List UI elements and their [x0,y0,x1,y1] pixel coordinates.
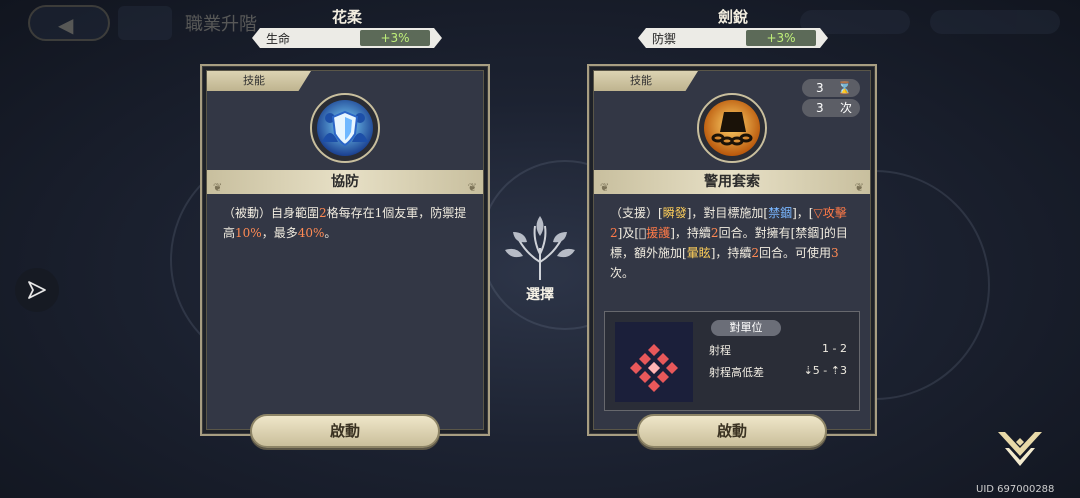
send-button[interactable] [15,268,59,312]
skill-tab: 技能 [207,71,311,91]
shield-allies-icon [317,100,373,156]
skill-icon-frame [697,93,767,163]
right-skill-card[interactable]: 技能 3 ⌛ 3 次 ❦ 警用套索 ❦ （支援）[瞬發]，對目標施加[禁錮]，[… [587,64,877,448]
left-unit-header: 花柔 生命 +3% [252,6,442,48]
skill-description: （被動）自身範圍2格每存在1個友軍，防禦提高10%，最多40%。 [223,206,467,240]
range-panel: 對單位 射程 1 - 2 射程高低差 ⇣5 - ⇡3 [604,311,860,411]
skill-description: （支援）[瞬發]，對目標施加[禁錮]，[▽攻擊2]及[⃠援護]，持續2回合。對擁… [610,206,848,280]
skill-icon-frame [310,93,380,163]
cost-badge: 3 ⌛ [802,79,860,97]
ornament-left: ❦ [213,181,223,194]
uses-badge: 3 次 [802,99,860,117]
left-unit-name: 花柔 [331,8,362,26]
range-label: 射程 [709,344,731,357]
background-title: 職業升階 [185,14,257,35]
menu-grid-button[interactable] [118,6,172,40]
height-row: 射程高低差 ⇣5 - ⇡3 [709,364,847,380]
back-button[interactable]: ◀ [28,5,110,41]
tree-emblem-icon [505,216,575,280]
target-type-pill: 對單位 [711,320,781,336]
expand-chevron-icon[interactable] [995,426,1045,472]
range-row: 射程 1 - 2 [709,342,847,358]
range-value: 1 - 2 [822,342,847,355]
ornament-right: ❦ [467,181,477,194]
left-stat-label: 生命 [266,32,291,46]
hourglass-icon: ⌛ [837,81,852,95]
height-label: 射程高低差 [709,366,764,379]
card-body: 技能 3 ⌛ 3 次 ❦ 警用套索 ❦ （支援）[瞬發]，對目標施加[禁錮]，[… [593,70,871,430]
ornament-left: ❦ [600,181,610,194]
right-stat-bonus: +3% [746,30,816,46]
right-unit-header: 劍銳 防禦 +3% [638,6,828,48]
left-skill-card[interactable]: 技能 ❦ 協防 ❦ （被動）自身範圍2格每存在1個友軍，防禦提高10%，最多40… [200,64,490,448]
ornament-right: ❦ [854,181,864,194]
uses-unit: 次 [839,101,852,115]
chain-lasso-icon [704,100,760,156]
send-arrow-icon [28,281,46,299]
currency-pill-2 [930,10,1060,34]
skill-tab: 技能 [594,71,698,91]
user-id: UID 697000288 [976,484,1055,495]
skill-name: 警用套索 [704,174,760,190]
card-body: 技能 ❦ 協防 ❦ （被動）自身範圍2格每存在1個友軍，防禦提高10%，最多40… [206,70,484,430]
right-stat-bar: 防禦 +3% [638,28,828,48]
height-value: ⇣5 - ⇡3 [803,364,847,377]
left-stat-bonus: +3% [360,30,430,46]
background-top-bar: ◀ 職業升階 [0,0,1080,44]
skill-name-banner: ❦ 協防 ❦ [207,170,483,194]
right-stat-label: 防禦 [652,32,677,46]
activate-button-left[interactable]: 啟動 [250,414,440,448]
select-indicator[interactable]: 選擇 [497,210,583,306]
select-label: 選擇 [526,287,554,303]
activate-button-right[interactable]: 啟動 [637,414,827,448]
skill-name: 協防 [331,174,359,190]
right-unit-name: 劍銳 [717,8,748,26]
skill-name-banner: ❦ 警用套索 ❦ [594,170,870,194]
uses-value: 3 [816,101,824,115]
left-stat-bar: 生命 +3% [252,28,442,48]
range-grid-icon [615,322,693,402]
back-arrow-icon: ◀ [58,13,74,37]
cost-value: 3 [816,81,824,95]
